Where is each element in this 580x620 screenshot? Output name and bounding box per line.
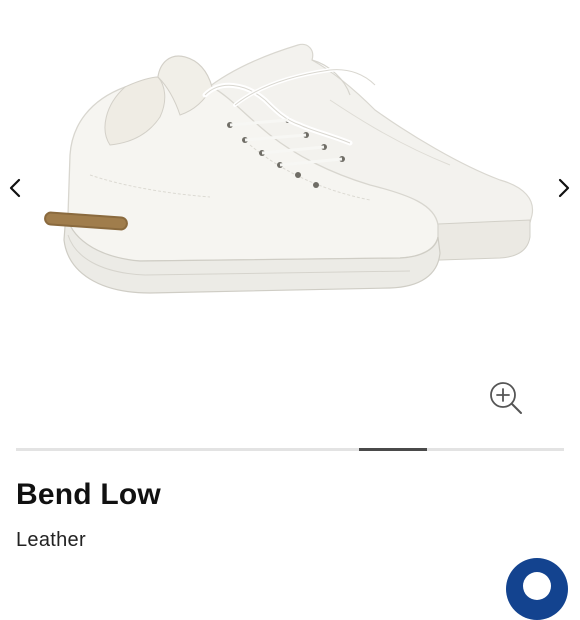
next-image-button[interactable]	[552, 176, 576, 200]
previous-image-button[interactable]	[3, 176, 27, 200]
chevron-right-icon	[558, 178, 570, 198]
product-material: Leather	[16, 529, 86, 551]
product-image[interactable]	[30, 25, 550, 325]
product-image-gallery[interactable]	[0, 0, 580, 440]
zoom-button[interactable]	[488, 380, 524, 416]
product-title: Bend Low	[16, 478, 161, 511]
zoom-in-icon	[490, 382, 522, 414]
gallery-progress-bar	[16, 448, 564, 451]
chat-bubble-icon	[523, 572, 551, 600]
chevron-left-icon	[9, 178, 21, 198]
chat-button[interactable]	[506, 558, 568, 620]
gallery-progress-indicator	[358, 448, 427, 451]
